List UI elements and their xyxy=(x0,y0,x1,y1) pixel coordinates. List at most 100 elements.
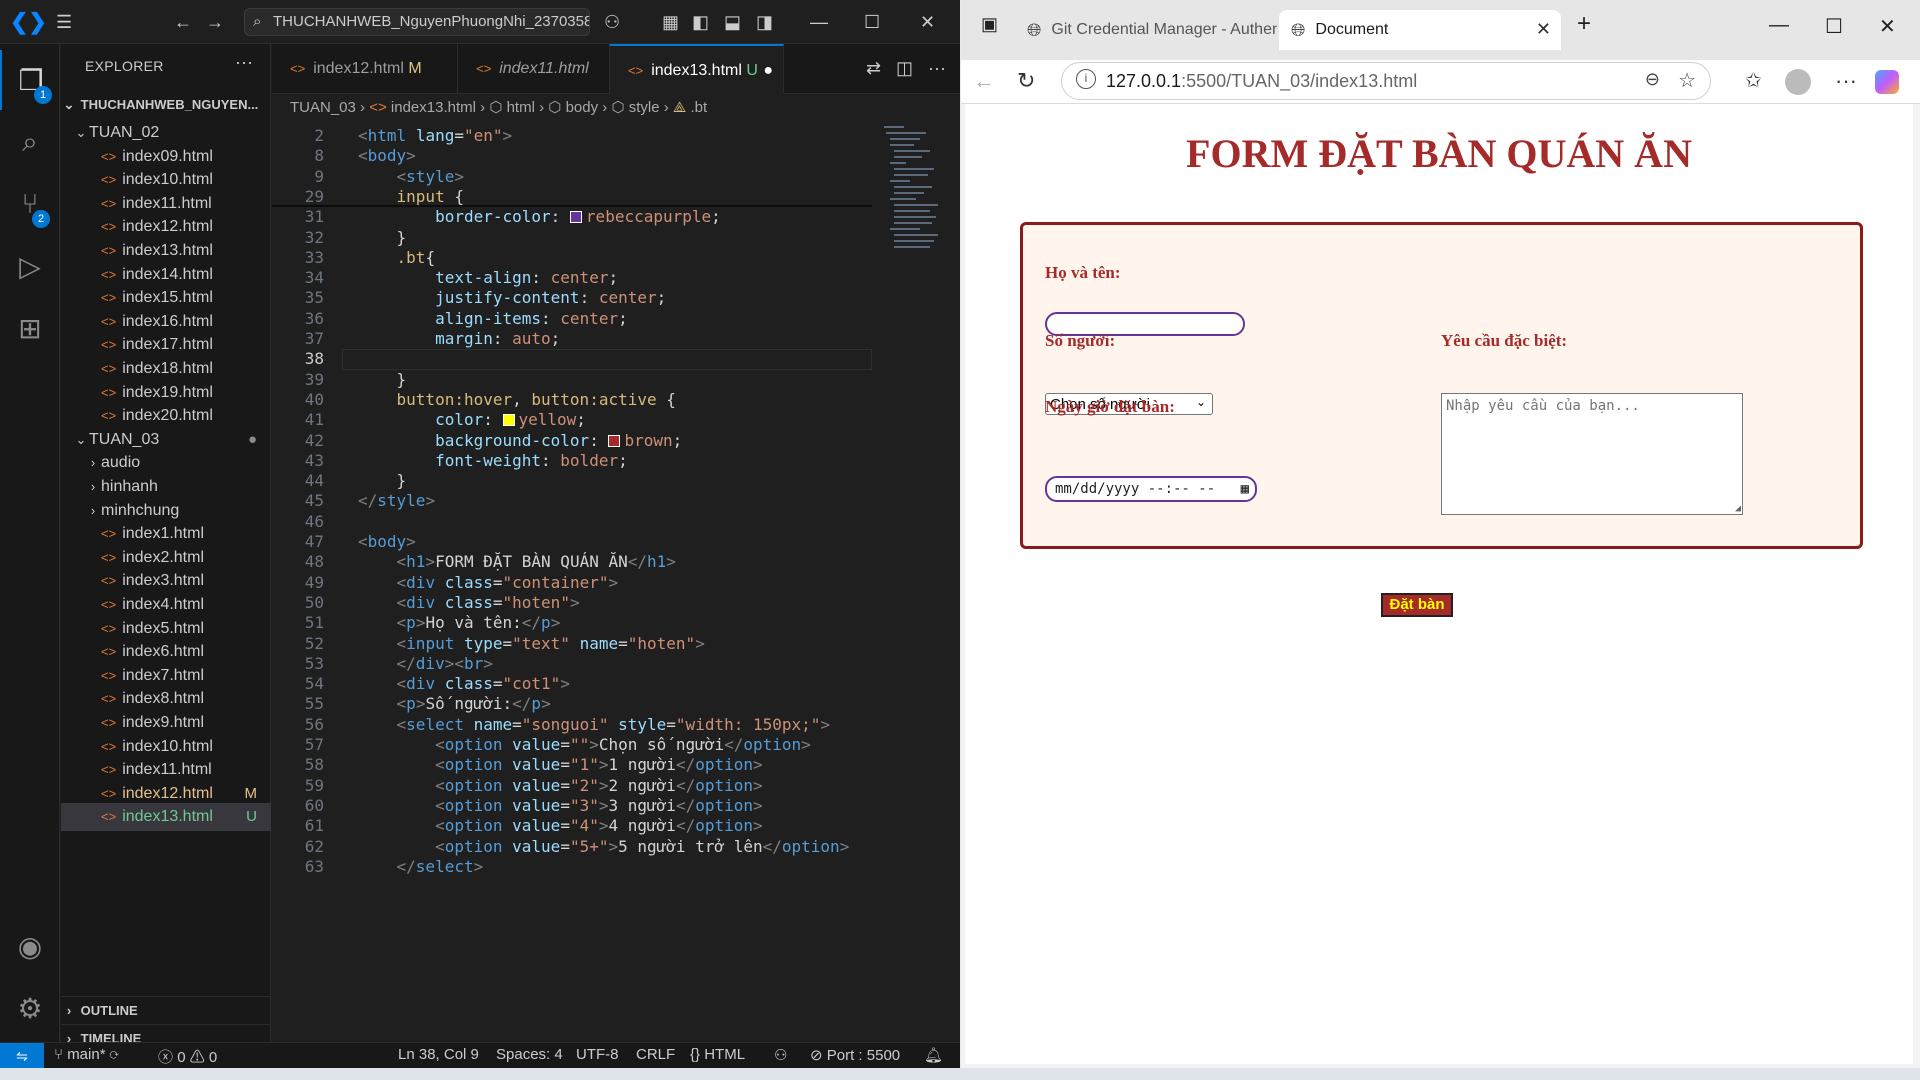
branch-item[interactable]: ⑂ main* ⟳ xyxy=(54,1046,119,1063)
code-line[interactable]: <option value="1">1 người</option> xyxy=(358,755,763,774)
tab-index12[interactable]: <> index12.html M xyxy=(272,44,458,94)
code-line[interactable]: text-align: center; xyxy=(358,268,618,287)
unsaved-dot-icon[interactable]: ● xyxy=(763,46,773,96)
code-line[interactable]: <select name="songuoi" style="width: 150… xyxy=(358,715,831,734)
code-line[interactable]: border-color: rebeccapurple; xyxy=(358,207,721,226)
settings-more-icon[interactable]: ··· xyxy=(1835,68,1857,94)
close-tab-icon[interactable]: ✕ xyxy=(1536,19,1551,40)
favorites-icon[interactable]: ✩ xyxy=(1745,68,1762,93)
notifications-bell-icon[interactable]: 🔔︎ xyxy=(924,1046,943,1064)
code-line[interactable]: <div class="container"> xyxy=(358,573,619,592)
code-line[interactable]: <style> xyxy=(358,167,464,186)
tab-actions-icon[interactable]: ▣ xyxy=(981,14,998,35)
line-ending[interactable]: CRLF xyxy=(636,1046,675,1063)
layout-icon[interactable]: ▦ xyxy=(662,10,679,34)
breadcrumb-folder[interactable]: TUAN_03 xyxy=(290,99,356,116)
code-line[interactable]: margin: auto; xyxy=(358,329,560,348)
search-view-icon[interactable]: ⌕ xyxy=(0,112,60,172)
code-line[interactable]: <div class="cot1"> xyxy=(358,674,570,693)
problems-item[interactable]: ⓧ 0 ⚠ 0 xyxy=(158,1046,217,1067)
compare-icon[interactable]: ⇄ xyxy=(866,58,881,79)
address-bar[interactable]: i 127.0.0.1:5500/TUAN_03/index13.html ⊖ … xyxy=(1061,62,1711,100)
minimize-icon[interactable]: — xyxy=(1769,14,1789,37)
code-line[interactable]: button:hover, button:active { xyxy=(358,390,676,409)
code-line[interactable]: <p>Số người:</p> xyxy=(358,694,551,713)
extensions-icon[interactable]: ⊞ xyxy=(0,298,60,358)
code-line[interactable]: </div><br> xyxy=(358,654,493,673)
menu-icon[interactable]: ☰ xyxy=(56,10,72,34)
tab-more-actions-icon[interactable]: ··· xyxy=(928,58,946,79)
account-icon[interactable]: ◉ xyxy=(0,916,60,976)
datetime-input[interactable]: mm/dd/yyyy --:-- -- ▦ xyxy=(1045,476,1257,502)
remote-icon[interactable]: ⇋ xyxy=(0,1043,44,1069)
code-line[interactable]: color: yellow; xyxy=(358,410,586,429)
code-line[interactable]: <option value="2">2 người</option> xyxy=(358,776,763,795)
close-window-icon[interactable]: ✕ xyxy=(1879,14,1896,39)
encoding[interactable]: UTF-8 xyxy=(576,1046,619,1063)
code-line[interactable]: } xyxy=(358,471,407,490)
code-line[interactable]: <html lang="en"> xyxy=(358,126,512,145)
code-line[interactable]: align-items: center; xyxy=(358,309,628,328)
color-swatch[interactable] xyxy=(569,211,582,224)
copilot-icon[interactable] xyxy=(1875,70,1899,94)
code-editor[interactable]: 2 <html lang="en"> 8 <body> 9 <style> 29 inpu… xyxy=(272,122,872,1040)
breadcrumb-style[interactable]: style xyxy=(629,99,660,116)
live-server-port[interactable]: ⊘ Port : 5500 xyxy=(810,1046,900,1064)
tab-index11[interactable]: <> index11.html xyxy=(458,44,610,94)
forward-arrow-icon[interactable]: → xyxy=(206,10,224,34)
split-editor-icon[interactable]: ◫ xyxy=(896,58,913,79)
code-line[interactable]: <option value="5+">5 người trở lên</opti… xyxy=(358,837,849,856)
code-line[interactable]: } xyxy=(358,370,407,389)
back-arrow-icon[interactable]: ← xyxy=(174,10,192,34)
breadcrumb-body[interactable]: body xyxy=(566,99,599,116)
code-line[interactable]: <option value="4">4 người</option> xyxy=(358,816,763,835)
more-actions-icon[interactable]: ··· xyxy=(235,52,253,73)
code-line[interactable]: <body> xyxy=(358,146,416,165)
profile-avatar[interactable] xyxy=(1785,69,1811,95)
toggle-sidebar-icon[interactable]: ◧ xyxy=(692,10,709,34)
copilot-status-icon[interactable]: ⚇ xyxy=(774,1046,787,1064)
resize-handle-icon[interactable]: ◢ xyxy=(1735,503,1741,514)
settings-gear-icon[interactable]: ⚙ xyxy=(0,978,60,1038)
code-line[interactable]: font-weight: bolder; xyxy=(358,451,628,470)
breadcrumb-selector[interactable]: .bt xyxy=(690,99,707,116)
code-line[interactable]: background-color: brown; xyxy=(358,431,682,450)
back-icon[interactable]: ← xyxy=(973,68,995,94)
language-mode[interactable]: {} HTML xyxy=(690,1046,745,1063)
cursor-position[interactable]: Ln 38, Col 9 xyxy=(398,1046,479,1063)
maximize-icon[interactable]: ☐ xyxy=(864,10,880,34)
explorer-icon[interactable]: ❐ 1 xyxy=(0,50,60,110)
tab-index13[interactable]: <> index13.html U ● xyxy=(610,44,784,94)
code-line[interactable]: <div class="hoten"> xyxy=(358,593,580,612)
root-folder[interactable]: ⌄ THUCHANHWEB_NGUYEN... xyxy=(61,91,271,119)
code-line[interactable]: </select> xyxy=(358,857,484,876)
favorite-star-icon[interactable]: ☆ xyxy=(1678,68,1696,93)
code-line[interactable]: <h1>FORM ĐẶT BÀN QUÁN ĂN</h1> xyxy=(358,552,676,571)
new-tab-icon[interactable]: + xyxy=(1577,10,1591,38)
zoom-icon[interactable]: ⊖ xyxy=(1645,69,1660,90)
minimap[interactable] xyxy=(882,122,952,1040)
tree-file[interactable]: <> index13.html U xyxy=(61,803,271,832)
toggle-secondary-sidebar-icon[interactable]: ◨ xyxy=(756,10,773,34)
breadcrumb-html[interactable]: html xyxy=(507,99,535,116)
browser-tab-document[interactable]: 🌐︎ Document ✕ xyxy=(1279,10,1561,50)
close-window-icon[interactable]: ✕ xyxy=(920,10,935,34)
calendar-icon[interactable]: ▦ xyxy=(1241,481,1249,497)
code-line[interactable]: <option value="3">3 người</option> xyxy=(358,796,763,815)
code-line[interactable]: <option value="">Chọn số người</option> xyxy=(358,735,811,754)
breadcrumb-file[interactable]: index13.html xyxy=(391,99,476,116)
code-line[interactable]: .bt{ xyxy=(358,248,436,267)
color-swatch[interactable] xyxy=(502,414,515,427)
command-center-search[interactable]: ⌕ THUCHANHWEB_NguyenPhuongNhi_23703581 xyxy=(244,8,590,36)
copilot-icon[interactable]: ⚇ xyxy=(604,10,620,34)
submit-booking-button[interactable]: Đặt bàn xyxy=(1381,593,1453,617)
minimize-icon[interactable]: — xyxy=(810,10,828,34)
code-line[interactable]: <body> xyxy=(358,532,416,551)
maximize-icon[interactable]: ☐ xyxy=(1825,14,1843,39)
request-textarea[interactable]: Nhập yêu cầu của bạn... ◢ xyxy=(1441,393,1743,515)
browser-tab-git-credential[interactable]: 🌐︎ Git Credential Manager - Authent xyxy=(1015,10,1277,50)
indentation[interactable]: Spaces: 4 xyxy=(496,1046,563,1063)
run-debug-icon[interactable]: ▷ xyxy=(0,236,60,296)
color-swatch[interactable] xyxy=(608,434,621,447)
code-line[interactable] xyxy=(342,349,872,370)
